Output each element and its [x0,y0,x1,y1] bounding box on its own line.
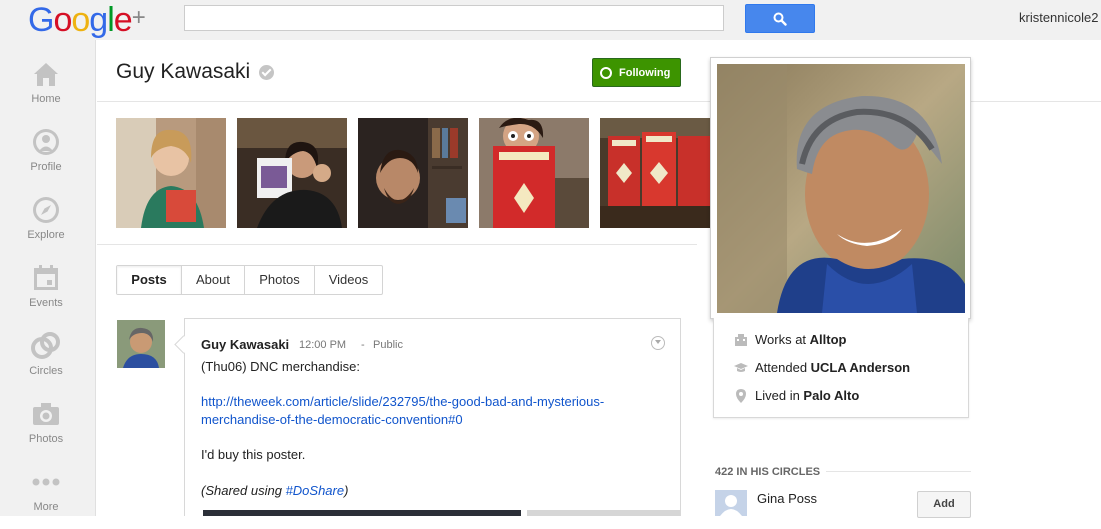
post-link-line1[interactable]: http://theweek.com/article/slide/232795/… [201,394,604,409]
photo-thumbnail[interactable] [116,118,226,228]
divider [97,244,697,245]
search-button[interactable] [745,4,815,33]
attended-value[interactable]: UCLA Anderson [811,360,910,375]
profile-icon [33,129,59,155]
nav-label: More [33,501,59,513]
search-input[interactable] [184,5,724,31]
compass-icon [33,197,59,223]
profile-photo-image [717,64,965,313]
logo-plus: + [131,4,146,31]
post-attachment-image[interactable] [203,510,521,516]
camera-icon [33,403,59,425]
attended-label: Attended [755,360,811,375]
post-text: (Thu06) DNC merchandise: [201,359,360,374]
works-text: Works at Alltop [755,332,847,347]
photo-thumbnail[interactable] [237,118,347,228]
nav-label: Home [31,93,61,105]
education-row: Attended UCLA Anderson [714,359,970,379]
profile-name: Guy Kawasaki [116,60,251,83]
circles-icon [31,332,60,359]
post-time[interactable]: 12:00 PM [299,339,346,351]
hashtag-link[interactable]: #DoShare [286,483,345,498]
location-text: Lived in Palo Alto [755,388,859,403]
photo-thumbnail[interactable] [358,118,468,228]
following-label: Following [619,67,671,79]
post-shared-note: (Shared using #DoShare) [201,483,348,498]
location-row: Lived in Palo Alto [714,387,970,407]
person-name[interactable]: Gina Poss [757,491,817,506]
nav-label: Photos [28,433,64,445]
following-button[interactable]: Following [592,58,681,87]
circle-icon [600,67,612,79]
post-menu-chevron-icon[interactable] [651,336,665,350]
person-avatar[interactable] [715,490,747,516]
photo-image [237,118,347,228]
left-navigation: Home Profile Explore Events Circles Phot… [0,40,96,516]
more-dots-icon [32,478,60,486]
divider [826,471,971,472]
top-bar: Google+ kristennicole2 [0,0,1101,40]
home-icon [34,63,58,86]
tab-posts[interactable]: Posts [117,266,182,294]
nav-item-home[interactable]: Home [0,59,92,121]
shared-suffix: ) [344,483,349,498]
nav-item-circles[interactable]: Circles [0,331,92,393]
nav-label: Circles [29,365,63,377]
profile-photo[interactable] [717,64,965,313]
lived-value[interactable]: Palo Alto [803,388,859,403]
photo-image [358,118,468,228]
nav-label: Events [29,297,63,309]
nav-item-profile[interactable]: Profile [0,127,92,189]
location-pin-icon [736,389,746,403]
default-avatar-icon [715,490,747,516]
verified-badge-icon [259,65,274,80]
post-attachment-image[interactable] [527,510,680,516]
google-plus-logo[interactable]: Google+ [28,0,146,40]
works-row: Works at Alltop [714,331,970,351]
lived-label: Lived in [755,388,804,403]
circles-heading: 422 IN HIS CIRCLES [715,466,821,478]
building-icon [735,334,747,346]
nav-label: Profile [30,161,62,173]
post-separator: - [361,339,365,351]
nav-label: Explore [27,229,65,241]
photo-thumbnail[interactable] [600,118,710,228]
about-summary: Works at Alltop Attended UCLA Anderson L… [713,318,969,418]
profile-photo-card [710,57,971,319]
avatar-image [117,320,165,368]
post-card: Guy Kawasaki 12:00 PM - Public (Thu06) D… [184,318,681,516]
photo-thumbnail[interactable] [479,118,589,228]
tab-about[interactable]: About [182,266,245,294]
nav-item-photos[interactable]: Photos [0,399,92,461]
account-username[interactable]: kristennicole2 [1019,10,1101,25]
calendar-icon [34,265,58,290]
nav-item-events[interactable]: Events [0,263,92,325]
tab-videos[interactable]: Videos [315,266,382,294]
profile-tabs: Posts About Photos Videos [116,265,383,295]
photo-image [116,118,226,228]
post-text: I'd buy this poster. [201,447,306,462]
education-text: Attended UCLA Anderson [755,360,910,375]
works-label: Works at [755,332,810,347]
post-visibility[interactable]: Public [373,339,403,351]
shared-prefix: (Shared using [201,483,286,498]
post-link-line2[interactable]: merchandise-of-the-democratic-convention… [201,412,463,427]
add-person-button[interactable]: Add [917,491,971,518]
graduation-cap-icon [734,363,748,372]
tab-photos[interactable]: Photos [245,266,315,294]
photo-image [600,118,710,228]
nav-item-more[interactable]: More [0,467,92,529]
author-avatar[interactable] [117,320,165,368]
works-value[interactable]: Alltop [810,332,847,347]
photo-image [479,118,589,228]
nav-item-explore[interactable]: Explore [0,195,92,257]
search-icon [773,12,787,26]
post-author[interactable]: Guy Kawasaki [201,337,289,352]
